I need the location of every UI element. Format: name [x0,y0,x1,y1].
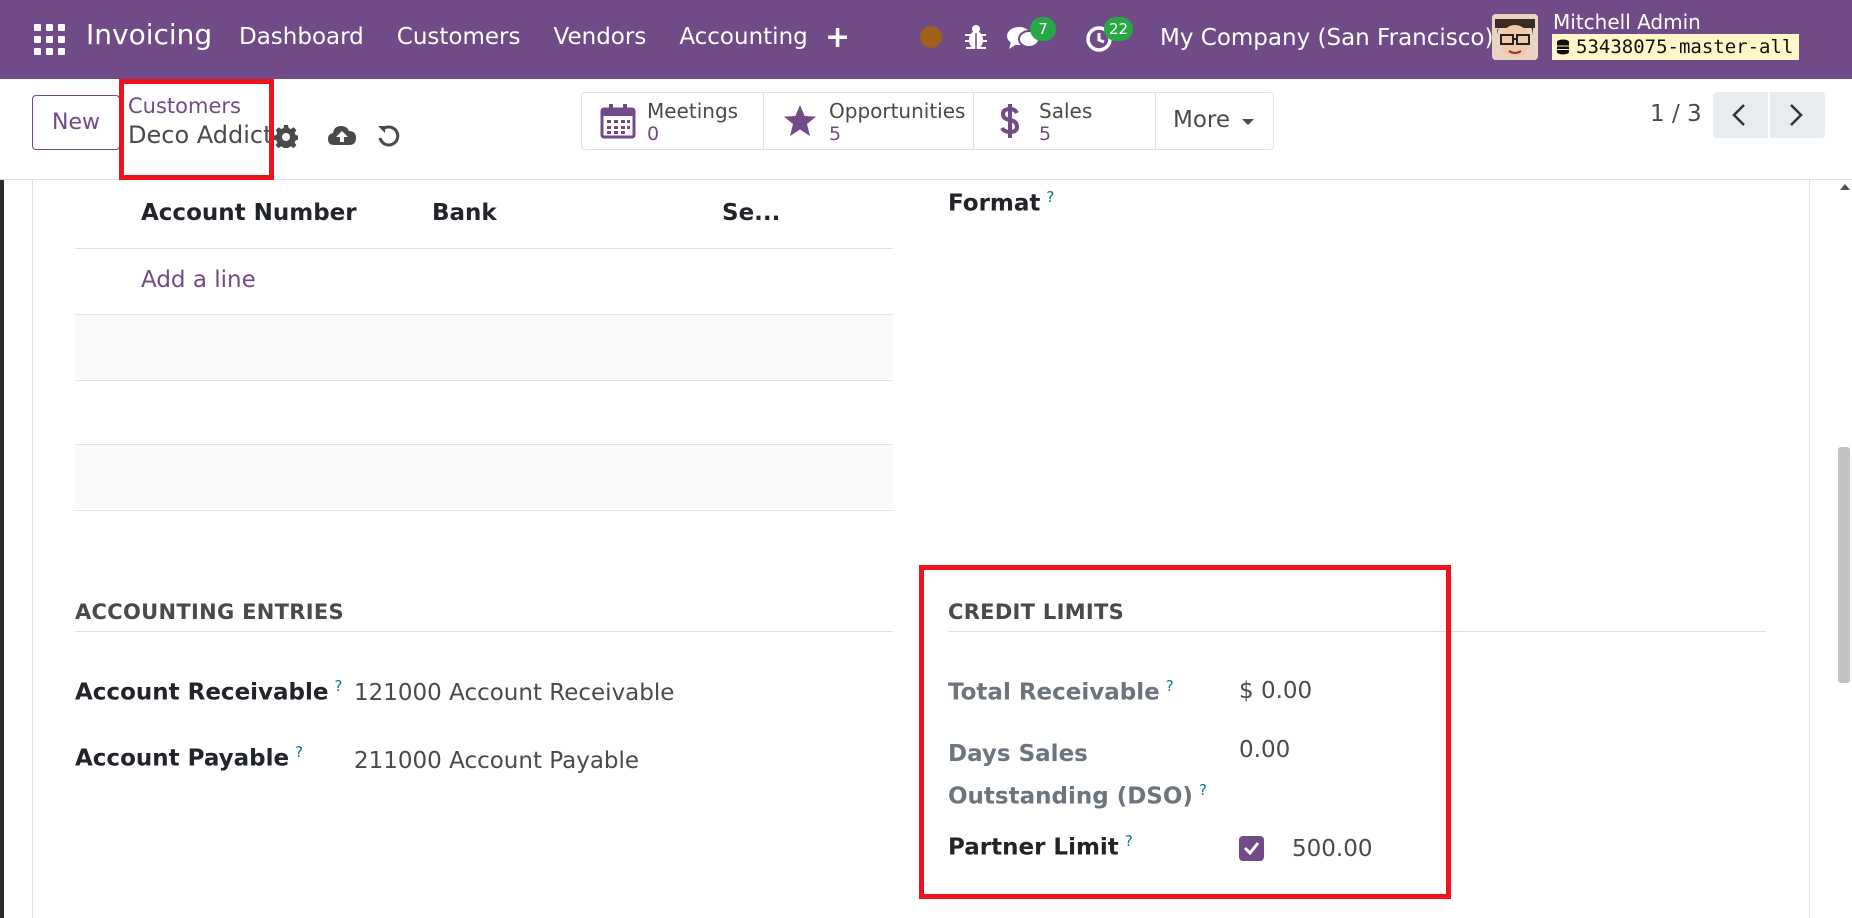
table-divider [75,248,893,249]
chevron-left-icon [1732,104,1745,126]
avatar[interactable] [1492,14,1538,60]
chat-count-badge: 7 [1030,17,1056,41]
total-receivable-help-icon[interactable]: ? [1166,677,1174,695]
breadcrumb-parent[interactable]: Customers [128,94,241,118]
database-name: 53438075-master-all [1576,36,1794,58]
database-badge: 53438075-master-all [1552,34,1800,60]
add-a-line-link[interactable]: Add a line [141,267,256,293]
sales-count: 5 [1039,123,1052,145]
top-navbar: Invoicing Dashboard Customers Vendors Ac… [0,0,1852,79]
opportunities-smart-button[interactable]: Opportunities 5 [764,93,974,149]
cloud-upload-icon[interactable] [327,123,357,149]
menu-vendors[interactable]: Vendors [554,24,647,50]
partner-limit-label-text: Partner Limit [948,834,1119,861]
table-row [75,381,893,444]
activity-count-badge: 22 [1104,17,1134,41]
account-payable-label: Account Payable? [75,743,303,772]
status-dot-icon[interactable] [920,26,942,48]
pager-value[interactable]: 1 / 3 [1650,101,1702,127]
account-payable-field[interactable]: 211000 Account Payable [354,748,639,774]
database-icon [1557,39,1569,55]
bug-icon[interactable] [962,22,990,52]
discard-icon[interactable] [376,123,402,149]
menu-customers[interactable]: Customers [397,24,521,50]
star-icon [784,105,816,136]
credit-limits-title: CREDIT LIMITS [948,600,1125,624]
new-button[interactable]: New [32,95,120,150]
main-menu: Dashboard Customers Vendors Accounting [239,24,841,50]
account-receivable-help-icon[interactable]: ? [335,677,343,695]
menu-dashboard[interactable]: Dashboard [239,24,364,50]
account-payable-label-text: Account Payable [75,745,290,772]
meetings-smart-button[interactable]: Meetings 0 [582,93,764,149]
window-edge [0,180,4,918]
dollar-icon [1000,104,1020,138]
app-name[interactable]: Invoicing [86,18,212,51]
dso-help-icon[interactable]: ? [1199,781,1207,799]
section-divider [948,631,1766,632]
account-receivable-field[interactable]: 121000 Account Receivable [354,680,674,706]
more-label: More [1173,107,1231,133]
scroll-up-icon[interactable] [1840,184,1850,190]
partner-limit-field[interactable]: 500.00 [1292,836,1372,862]
sales-label: Sales [1039,99,1093,123]
pager-previous-button[interactable] [1713,92,1768,138]
breadcrumb-current: Deco Addict [128,121,273,149]
gear-icon[interactable] [274,124,298,148]
smart-buttons: Meetings 0 Opportunities 5 Sales 5 More [581,92,1274,150]
meetings-label: Meetings [647,99,739,123]
scrollbar-thumb[interactable] [1838,447,1850,683]
table-divider [75,510,893,511]
account-payable-help-icon[interactable]: ? [295,743,303,761]
column-send-money[interactable]: Se... [722,200,780,226]
accounting-entries-title: ACCOUNTING ENTRIES [75,600,344,624]
app-grid-icon[interactable] [34,24,65,55]
format-label-text: Format [948,190,1041,217]
column-account-number[interactable]: Account Number [141,200,357,226]
partner-limit-help-icon[interactable]: ? [1125,832,1133,850]
calendar-icon [600,104,636,139]
meetings-count: 0 [647,123,660,145]
menu-accounting[interactable]: Accounting [679,24,807,50]
partner-limit-checkbox[interactable] [1239,836,1264,861]
partner-limit-label: Partner Limit? [948,832,1133,861]
more-dropdown[interactable]: More [1156,93,1273,149]
opportunities-count: 5 [829,123,842,145]
total-receivable-label: Total Receivable? [948,677,1174,706]
section-divider [75,631,893,632]
column-bank[interactable]: Bank [432,200,497,226]
table-row [75,445,893,509]
checkmark-icon [1243,842,1260,856]
chevron-right-icon [1790,104,1803,126]
format-help-icon[interactable]: ? [1046,188,1054,206]
dso-label-line1: Days Sales [948,741,1088,767]
format-label: Format? [948,188,1054,217]
table-row [75,315,893,379]
company-switcher[interactable]: My Company (San Francisco) [1160,25,1493,51]
sales-smart-button[interactable]: Sales 5 [974,93,1156,149]
account-receivable-label-text: Account Receivable [75,679,329,706]
dso-value: 0.00 [1239,737,1291,763]
plus-icon[interactable]: + [825,20,850,55]
form-sheet [32,180,1810,918]
account-receivable-label: Account Receivable? [75,677,342,706]
total-receivable-label-text: Total Receivable [948,679,1160,706]
dso-label-line2: Outstanding (DSO) [948,783,1193,810]
pager-next-button[interactable] [1770,92,1825,138]
caret-down-icon [1242,119,1254,125]
user-name[interactable]: Mitchell Admin [1553,10,1701,34]
dso-label: Days Sales Outstanding (DSO)? [948,736,1207,815]
total-receivable-value: $ 0.00 [1239,678,1313,704]
control-panel: New Customers Deco Addict Meetings 0 Opp… [0,79,1852,180]
opportunities-label: Opportunities [829,99,966,123]
